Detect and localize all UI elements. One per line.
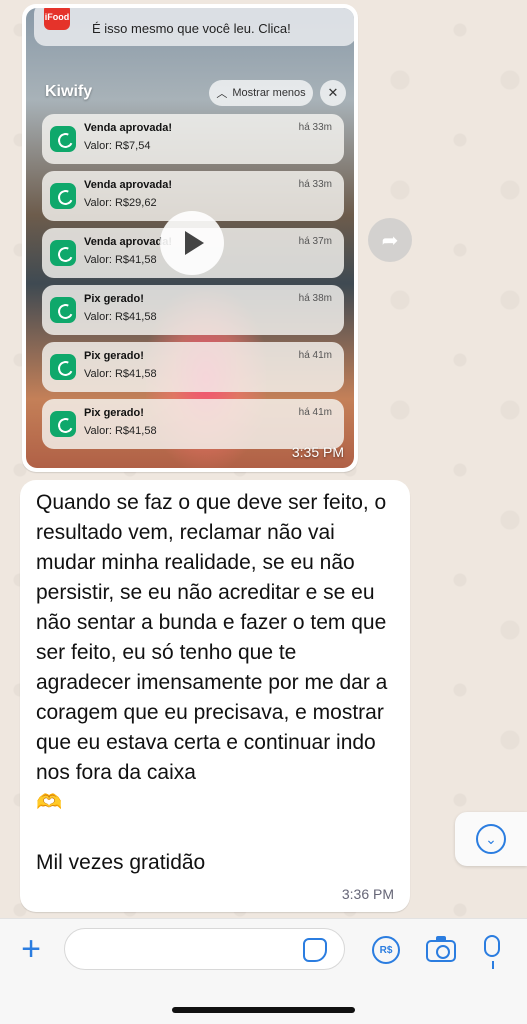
notification-time: há 37m <box>298 236 332 247</box>
notification-group-header: Kiwify ︿ Mostrar menos ✕ <box>26 80 354 110</box>
plus-icon[interactable]: + <box>14 932 48 967</box>
payment-icon[interactable]: R$ <box>372 936 400 964</box>
notification-time: há 38m <box>298 293 332 304</box>
notification-value: Valor: R$7,54 <box>84 140 151 152</box>
notification-title: Pix gerado! <box>84 350 144 362</box>
video-message-timestamp: 3:35 PM <box>291 444 344 460</box>
kiwify-app-icon <box>50 183 76 209</box>
home-indicator <box>172 1007 355 1013</box>
notification-value: Valor: R$41,58 <box>84 254 157 266</box>
kiwify-app-icon <box>50 354 76 380</box>
top-notification-text: É isso mesmo que você leu. Clica! <box>92 20 291 36</box>
chevron-down-icon: ⌄ <box>476 824 506 854</box>
notification-time: há 41m <box>298 407 332 418</box>
notification-value: Valor: R$41,58 <box>84 311 157 323</box>
kiwify-app-icon <box>50 411 76 437</box>
notification-value: Valor: R$41,58 <box>84 368 157 380</box>
notification-card: Pix gerado! Valor: R$41,58 há 41m <box>42 342 344 392</box>
notification-title: Venda aprovada! <box>84 179 173 191</box>
notification-title: Pix gerado! <box>84 293 144 305</box>
kiwify-app-icon <box>50 240 76 266</box>
notification-time: há 33m <box>298 122 332 133</box>
video-thumbnail[interactable]: iFood É isso mesmo que você leu. Clica! … <box>26 8 354 468</box>
camera-icon[interactable] <box>426 936 456 962</box>
close-icon: ✕ <box>320 80 346 106</box>
show-less-label: Mostrar menos <box>232 87 306 99</box>
kiwify-app-icon <box>50 126 76 152</box>
show-less-button: ︿ Mostrar menos <box>209 80 313 106</box>
notification-title: Venda aprovada! <box>84 122 173 134</box>
sticker-icon[interactable] <box>303 938 327 962</box>
notification-value: Valor: R$29,62 <box>84 197 157 209</box>
scroll-to-bottom-button[interactable]: ⌄ <box>455 812 527 866</box>
microphone-icon[interactable] <box>484 935 500 969</box>
kiwify-app-icon <box>50 297 76 323</box>
notification-card: Venda aprovada! Valor: R$7,54 há 33m <box>42 114 344 164</box>
notification-time: há 41m <box>298 350 332 361</box>
text-message[interactable]: Quando se faz o que deve ser feito, o re… <box>20 480 410 912</box>
notification-value: Valor: R$41,58 <box>84 425 157 437</box>
notification-title: Pix gerado! <box>84 407 144 419</box>
play-icon[interactable] <box>160 211 224 275</box>
notification-group-title: Kiwify <box>45 83 93 100</box>
forward-icon[interactable]: ➦ <box>368 218 412 262</box>
message-text: Quando se faz o que deve ser feito, o re… <box>36 491 388 874</box>
notification-card: Pix gerado! Valor: R$41,58 há 41m <box>42 399 344 449</box>
message-timestamp: 3:36 PM <box>341 886 394 902</box>
notification-title: Venda aprovada! <box>84 236 173 248</box>
ifood-app-icon: iFood <box>44 8 70 30</box>
top-notification: iFood É isso mesmo que você leu. Clica! <box>34 8 354 46</box>
video-message[interactable]: iFood É isso mesmo que você leu. Clica! … <box>22 4 358 472</box>
chevron-up-icon: ︿ <box>216 88 228 100</box>
notification-card: Pix gerado! Valor: R$41,58 há 38m <box>42 285 344 335</box>
composer-bar: + R$ <box>0 918 527 1024</box>
notification-time: há 33m <box>298 179 332 190</box>
